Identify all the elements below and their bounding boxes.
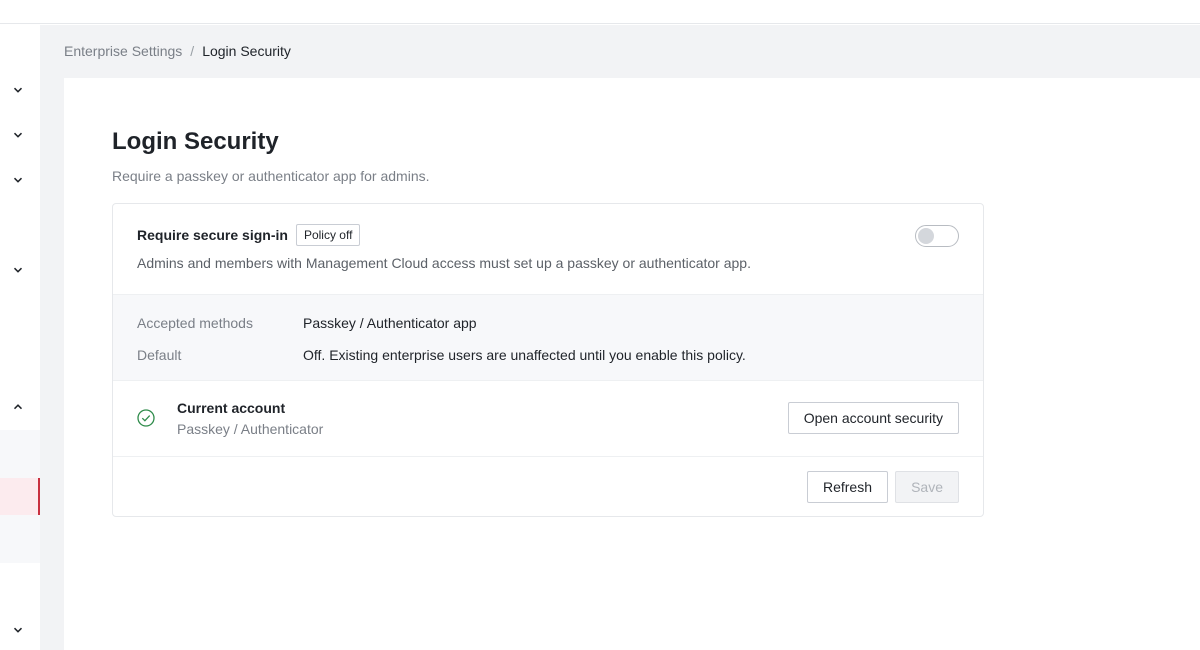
sidebar-subitem-active[interactable]	[0, 478, 40, 515]
open-account-security-button[interactable]: Open account security	[787, 402, 959, 434]
detail-row: Accepted methods Passkey / Authenticator…	[137, 315, 477, 331]
breadcrumb-current: Login Security	[202, 43, 291, 59]
policy-description: Admins and members with Management Cloud…	[137, 255, 751, 271]
policy-header: Require secure sign-in Policy off Admins…	[113, 204, 983, 294]
chevron-down-icon[interactable]	[10, 172, 26, 188]
policy-toggle[interactable]	[915, 225, 959, 247]
top-bar	[0, 0, 1200, 24]
page-title: Login Security	[112, 128, 279, 155]
card-footer: Refresh Save	[113, 457, 983, 516]
sidebar-subitem[interactable]	[0, 430, 40, 478]
status-badge: Policy off	[295, 224, 361, 246]
breadcrumb-parent[interactable]: Enterprise Settings	[64, 43, 182, 59]
policy-details: Accepted methods Passkey / Authenticator…	[113, 294, 983, 381]
check-circle-icon	[137, 409, 155, 427]
chevron-down-icon[interactable]	[10, 262, 26, 278]
refresh-button[interactable]: Refresh	[806, 471, 888, 503]
chevron-up-icon[interactable]	[10, 399, 26, 415]
chevron-down-icon[interactable]	[10, 127, 26, 143]
sidebar-subitem[interactable]	[0, 515, 40, 563]
account-title: Current account	[177, 400, 286, 416]
current-account-row: Current account Passkey / Authenticator …	[113, 381, 983, 457]
save-button[interactable]: Save	[895, 471, 959, 503]
account-method: Passkey / Authenticator	[177, 421, 324, 437]
main-panel: Login Security Require a passkey or auth…	[64, 78, 1200, 650]
detail-value: Passkey / Authenticator app	[303, 315, 477, 331]
detail-label: Accepted methods	[137, 315, 253, 331]
toggle-knob	[918, 228, 934, 244]
policy-title: Require secure sign-in	[137, 227, 288, 243]
chevron-down-icon[interactable]	[10, 82, 26, 98]
breadcrumb: Enterprise Settings / Login Security	[64, 42, 291, 60]
breadcrumb-separator: /	[190, 43, 195, 59]
chevron-down-icon[interactable]	[10, 622, 26, 638]
policy-title-row: Require secure sign-in Policy off	[137, 224, 361, 246]
detail-label: Default	[137, 347, 182, 363]
policy-card: Require secure sign-in Policy off Admins…	[112, 203, 984, 517]
sidebar	[0, 25, 40, 650]
page-subtitle: Require a passkey or authenticator app f…	[112, 168, 430, 184]
detail-row: Default Off. Existing enterprise users a…	[137, 347, 746, 363]
detail-value: Off. Existing enterprise users are unaff…	[303, 347, 746, 363]
